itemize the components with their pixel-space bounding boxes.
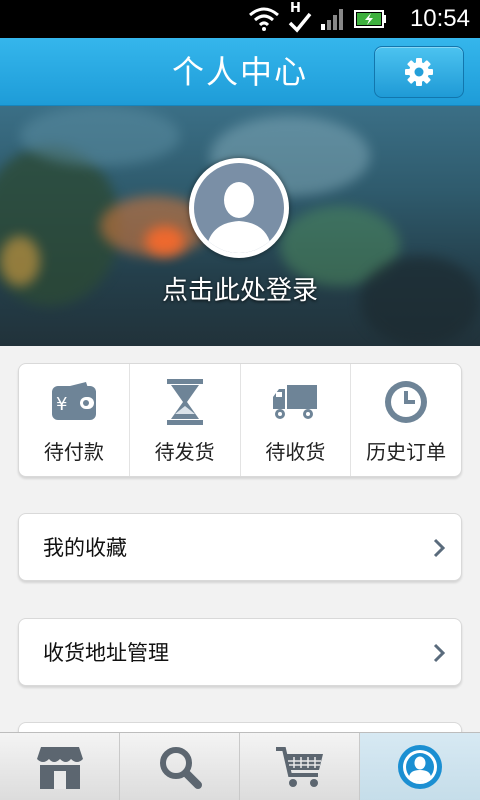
clock-time: 10:54 xyxy=(409,5,470,32)
cart-icon xyxy=(275,747,323,787)
order-label: 待收货 xyxy=(265,440,326,464)
settings-button[interactable] xyxy=(374,46,464,98)
search-icon xyxy=(159,747,202,789)
login-prompt[interactable]: 点击此处登录 xyxy=(0,270,480,307)
hourglass-icon xyxy=(166,379,203,425)
order-label: 历史订单 xyxy=(366,440,447,464)
status-icons: H xyxy=(248,1,388,33)
truck-icon xyxy=(273,385,318,419)
chevron-right-icon xyxy=(433,538,445,558)
menu-row-address[interactable]: 收货地址管理 xyxy=(18,618,462,686)
menu-row-favorites[interactable]: 我的收藏 xyxy=(18,513,462,581)
tab-search[interactable] xyxy=(120,733,240,800)
wallet-icon: ¥ xyxy=(51,382,96,420)
order-history[interactable]: 历史订单 xyxy=(351,364,461,476)
profile-banner[interactable]: 点击此处登录 xyxy=(0,106,480,346)
order-pending-shipment[interactable]: 待发货 xyxy=(130,364,241,476)
order-label: 待发货 xyxy=(154,440,215,464)
tab-store[interactable] xyxy=(0,733,120,800)
wifi-icon xyxy=(249,7,279,31)
order-pending-payment[interactable]: ¥ 待付款 xyxy=(19,364,130,476)
user-profile-icon xyxy=(398,745,442,789)
yen-symbol: ¥ xyxy=(56,394,67,415)
menu-row-label: 我的收藏 xyxy=(43,536,127,560)
clock-icon xyxy=(385,381,428,423)
banner-bokeh xyxy=(145,226,185,256)
order-label: 待付款 xyxy=(43,440,104,464)
order-status-panel: ¥ 待付款 待发货 待收货 历史订单 xyxy=(18,363,462,477)
default-avatar-icon xyxy=(206,182,272,253)
gear-icon xyxy=(405,58,433,86)
battery-charging-icon xyxy=(354,10,386,28)
menu-row-label: 收货地址管理 xyxy=(43,641,169,665)
tab-cart[interactable] xyxy=(240,733,360,800)
bottom-tab-bar xyxy=(0,732,480,800)
avatar[interactable] xyxy=(189,158,289,258)
store-icon xyxy=(36,747,83,789)
status-bar: H 10:54 xyxy=(0,0,480,38)
signal-icon xyxy=(321,9,343,30)
network-h-icon: H xyxy=(288,1,312,33)
chevron-right-icon xyxy=(433,643,445,663)
app-header: 个人中心 xyxy=(0,38,480,106)
tab-profile[interactable] xyxy=(360,733,480,800)
order-pending-receipt[interactable]: 待收货 xyxy=(241,364,352,476)
banner-bokeh xyxy=(20,106,180,166)
